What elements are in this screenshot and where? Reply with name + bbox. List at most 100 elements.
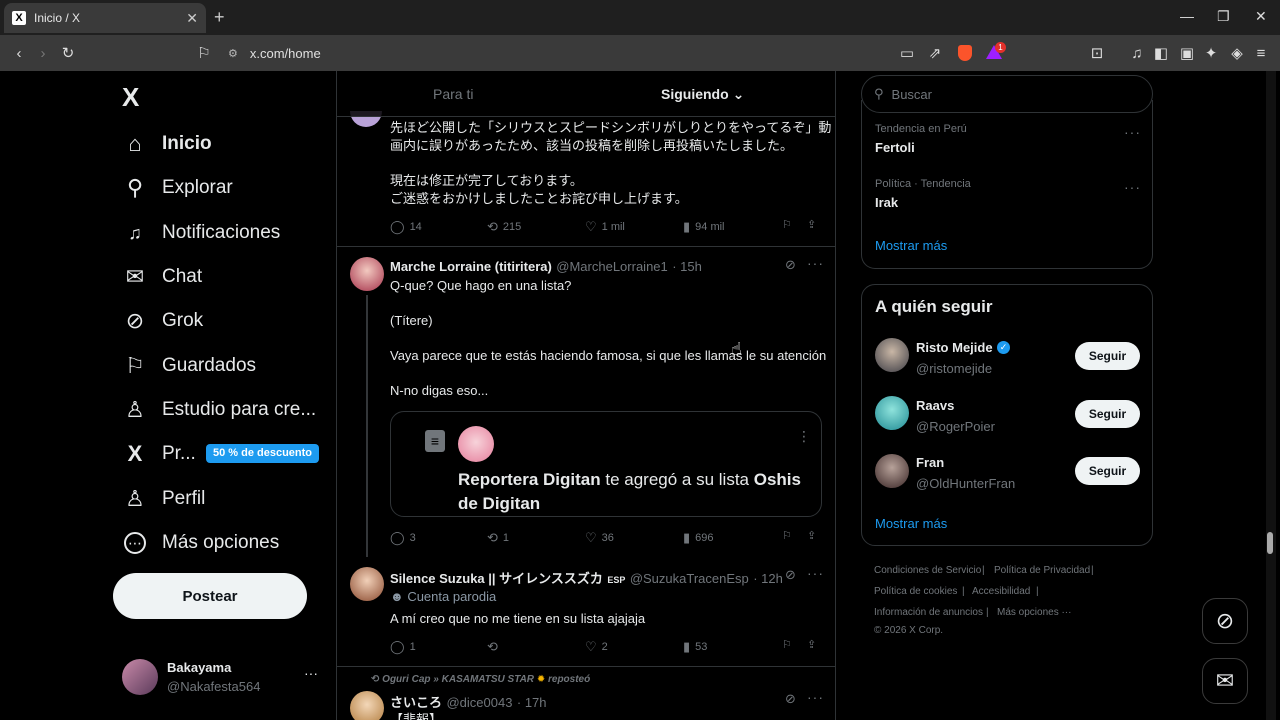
address-bar[interactable]: ⚙ x.com/home	[228, 41, 1008, 65]
sidebar-item-explorar[interactable]: ⚲ Explorar	[122, 173, 233, 203]
reposter-name[interactable]: Oguri Cap » KASAMATSU STAR	[382, 674, 534, 685]
trend-item[interactable]: Tendencia en Perú Fertoli	[875, 123, 967, 155]
footer-link[interactable]: Política de cookies	[874, 586, 957, 597]
scrollbar[interactable]	[1266, 71, 1276, 720]
discount-badge[interactable]: 50 % de descuento	[206, 444, 319, 463]
reply-button[interactable]: ◯ 3	[390, 530, 416, 546]
sidebar-item-mas-opciones[interactable]: ⋯ Más opciones	[122, 528, 279, 558]
reply-button[interactable]: ◯ 1	[390, 639, 416, 655]
back-icon[interactable]: ‹	[10, 44, 28, 62]
leo-ai-icon[interactable]: ✦	[1202, 44, 1220, 62]
new-tab-icon[interactable]: +	[214, 7, 225, 28]
post-time[interactable]: · 12h	[753, 571, 783, 586]
more-icon[interactable]: ···	[807, 565, 824, 581]
footer-link[interactable]: Política de Privacidad	[994, 565, 1090, 576]
follow-button[interactable]: Seguir	[1075, 400, 1140, 428]
repost-button[interactable]: ⟲ 215	[487, 219, 521, 235]
author-name[interactable]: さいころ	[390, 695, 442, 710]
trend-item[interactable]: Política · Tendencia Irak	[875, 178, 971, 210]
menu-icon[interactable]: ≡	[1252, 44, 1270, 62]
footer-link[interactable]: Condiciones de Servicio	[874, 565, 981, 576]
more-icon[interactable]: ···	[807, 255, 824, 271]
author-handle[interactable]: @MarcheLorraine1	[556, 259, 667, 274]
sidebar-item-notificaciones[interactable]: ♫ Notificaciones	[122, 218, 280, 248]
reply-button[interactable]: ◯ 14	[390, 219, 422, 235]
author-handle[interactable]: @SuzukaTracenEsp	[630, 571, 749, 586]
author-handle[interactable]: @dice0043	[446, 695, 512, 710]
views-button[interactable]: ▮ 696	[683, 530, 714, 546]
browser-tab[interactable]: X Inicio / X ✕	[4, 3, 206, 33]
site-info-icon[interactable]: ⚙	[228, 47, 238, 60]
more-icon[interactable]: ···	[1124, 124, 1141, 140]
sidebar-toggle-icon[interactable]: ◧	[1152, 44, 1170, 62]
more-icon[interactable]: ···	[304, 665, 318, 681]
brave-shield-icon[interactable]	[958, 45, 972, 61]
share-icon[interactable]: ⇗	[926, 44, 944, 62]
author-name[interactable]: Silence Suzuka || サイレンススズカ	[390, 571, 603, 586]
show-more-link[interactable]: Mostrar más	[875, 516, 947, 531]
bookmark-page-icon[interactable]: ⚐	[195, 44, 213, 62]
footer-link[interactable]: Más opciones ···	[997, 607, 1071, 618]
grok-icon[interactable]: ⊘	[785, 691, 796, 707]
footer-link[interactable]: Información de anuncios	[874, 607, 983, 618]
maximize-icon[interactable]: ❐	[1217, 8, 1230, 25]
grok-icon[interactable]: ⊘	[785, 567, 796, 583]
scrollbar-thumb[interactable]	[1267, 532, 1273, 554]
like-button[interactable]: ♡ 36	[585, 530, 614, 546]
post-3[interactable]: Silence Suzuka || サイレンススズカ ESP @SuzukaTr…	[337, 557, 835, 667]
suggestion-user[interactable]: Fran @OldHunterFran	[916, 454, 1015, 491]
cast-icon[interactable]: ▭	[898, 44, 916, 62]
sidebar-item-chat[interactable]: ✉ Chat	[122, 262, 202, 292]
share-icon[interactable]: ⇪	[807, 638, 816, 651]
close-tab-icon[interactable]: ✕	[186, 10, 198, 27]
sidebar-item-guardados[interactable]: ⚐ Guardados	[122, 351, 256, 381]
footer-link[interactable]: Accesibilidad	[972, 586, 1030, 597]
suggestion-user[interactable]: Risto Mejide ✓ @ristomejide	[916, 339, 1011, 376]
post-4[interactable]: ⟲ Oguri Cap » KASAMATSU STAR ✹ reposteó …	[337, 667, 835, 720]
post-button[interactable]: Postear	[113, 573, 307, 619]
close-window-icon[interactable]: ✕	[1255, 8, 1267, 25]
quoted-card[interactable]: ≡ ⋮ Reportera Digitan te agregó a su lis…	[390, 411, 822, 517]
tab-para-ti[interactable]: Para ti	[433, 86, 473, 102]
views-button[interactable]: ▮ 94 mil	[683, 219, 725, 235]
repost-button[interactable]: ⟲	[487, 639, 503, 655]
tab-siguiendo[interactable]: Siguiendo ⌄	[661, 86, 744, 103]
bookmark-icon[interactable]: ⚐	[782, 218, 792, 231]
screenshot-icon[interactable]: ⊡	[1088, 44, 1106, 62]
sidebar-item-grok[interactable]: ⊘ Grok	[122, 306, 203, 336]
suggestion-user[interactable]: Raavs @RogerPoier	[916, 397, 995, 434]
wallet-icon[interactable]: ▣	[1178, 44, 1196, 62]
account-switcher[interactable]: Bakayama @Nakafesta564 ···	[122, 657, 322, 699]
more-icon[interactable]: ···	[1124, 179, 1141, 195]
forward-icon[interactable]: ›	[34, 44, 52, 62]
grok-icon[interactable]: ⊘	[785, 257, 796, 273]
vpn-icon[interactable]: ◈	[1228, 44, 1246, 62]
views-button[interactable]: ▮ 53	[683, 639, 707, 655]
media-icon[interactable]: ♫	[1128, 44, 1146, 62]
more-icon[interactable]: ⋮	[797, 428, 812, 445]
sidebar-item-perfil[interactable]: ♙ Perfil	[122, 484, 205, 514]
like-button[interactable]: ♡ 2	[585, 639, 608, 655]
share-icon[interactable]: ⇪	[807, 218, 816, 231]
minimize-icon[interactable]: —	[1180, 8, 1194, 24]
follow-button[interactable]: Seguir	[1075, 342, 1140, 370]
reload-icon[interactable]: ↻	[59, 44, 77, 62]
sidebar-item-premium[interactable]: X Pr...	[122, 439, 196, 469]
post-2[interactable]: Marche Lorraine (titiritera) @MarcheLorr…	[337, 247, 835, 557]
grok-fab[interactable]: ⊘	[1202, 598, 1248, 644]
author-name[interactable]: Marche Lorraine (titiritera)	[390, 259, 552, 274]
bookmark-icon[interactable]: ⚐	[782, 529, 792, 542]
like-button[interactable]: ♡ 1 mil	[585, 219, 625, 235]
post-time[interactable]: · 15h	[672, 259, 702, 274]
bookmark-icon[interactable]: ⚐	[782, 638, 792, 651]
more-icon[interactable]: ···	[807, 689, 824, 705]
repost-button[interactable]: ⟲ 1	[487, 530, 509, 546]
messages-fab[interactable]: ✉	[1202, 658, 1248, 704]
post-time[interactable]: · 17h	[517, 695, 547, 710]
share-icon[interactable]: ⇪	[807, 529, 816, 542]
sidebar-item-inicio[interactable]: ⌂ Inicio	[122, 129, 211, 159]
sidebar-item-estudio[interactable]: ♙ Estudio para cre...	[122, 395, 316, 425]
x-logo-icon[interactable]: X	[122, 82, 139, 113]
show-more-link[interactable]: Mostrar más	[875, 238, 947, 253]
follow-button[interactable]: Seguir	[1075, 457, 1140, 485]
